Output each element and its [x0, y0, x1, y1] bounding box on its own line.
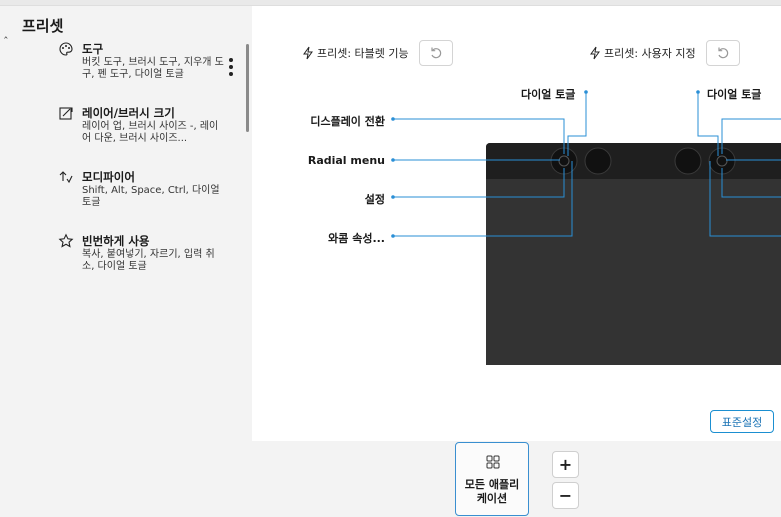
label-display-toggle[interactable]: 디스플레이 전환 — [272, 113, 385, 129]
callout-diagram — [391, 90, 781, 238]
label-settings[interactable]: 설정 — [272, 191, 385, 207]
preset-title: 도구 — [82, 42, 104, 56]
label-radial-menu[interactable]: Radial menu — [272, 154, 385, 167]
preset-description: 레이어 업, 브러시 사이즈 -, 레이어 다운, 브러시 사이즈... — [82, 121, 219, 144]
button-mapping-panel: 프리셋: 타블렛 기능 프리셋: 사용자 지정 다이얼 토글 다이얼 토글 디스… — [252, 6, 781, 441]
resize-brush-icon — [59, 107, 73, 120]
zoom-out-button[interactable]: − — [552, 482, 579, 509]
more-options-icon[interactable] — [227, 58, 235, 80]
label-wacom-properties[interactable]: 와콤 속성... — [272, 230, 385, 246]
label-dial-toggle-left[interactable]: 다이얼 토글 — [521, 86, 575, 102]
preset-section-header[interactable]: ‸ 프리셋 — [4, 12, 63, 39]
preset-description: 버킷 도구, 브러시 도구, 지우개 도구, 펜 도구, 다이얼 토글 — [82, 57, 224, 80]
tablet-dials — [550, 147, 736, 175]
apps-label-line1: 모든 애플리 — [464, 478, 520, 491]
preset-description: Shift, Alt, Space, Ctrl, 다이얼 토글 — [82, 185, 220, 208]
grid-icon — [486, 455, 500, 469]
zoom-in-button[interactable]: + — [552, 451, 579, 478]
preset-sidebar: ‸ 프리셋 도구 버킷 도구, 브러시 도구, 지우개 도구, 펜 도구, 다이… — [0, 6, 252, 517]
preset-title: 모디파이어 — [82, 170, 135, 184]
section-title: 프리셋 — [22, 17, 64, 35]
palette-icon — [59, 42, 73, 56]
modifier-keys-icon — [59, 171, 73, 184]
preset-title: 레이어/브러시 크기 — [82, 106, 175, 120]
star-icon — [58, 233, 74, 248]
callout-dots — [391, 90, 700, 238]
all-applications-label: 모든 애플리 케이션 — [456, 478, 528, 506]
label-dial-toggle-right[interactable]: 다이얼 토글 — [707, 86, 761, 102]
apps-label-line2: 케이션 — [476, 492, 508, 505]
preset-title: 빈번하게 사용 — [82, 234, 150, 248]
preset-description: 복사, 붙여넣기, 자르기, 입력 취소, 다이얼 토글 — [82, 249, 215, 272]
sidebar-scrollbar[interactable] — [246, 44, 249, 132]
all-applications-button[interactable]: 모든 애플리 케이션 — [455, 442, 529, 516]
chevron-up-icon[interactable]: ‸ — [4, 26, 18, 39]
default-settings-button[interactable]: 표준설정 — [710, 410, 774, 433]
